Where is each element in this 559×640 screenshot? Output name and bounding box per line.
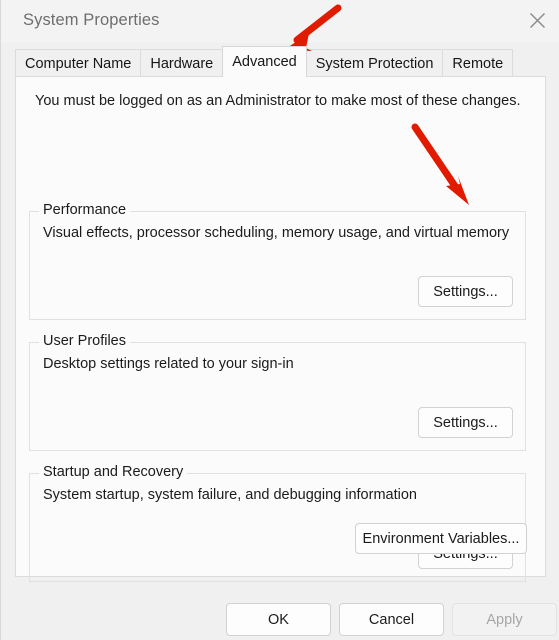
administrator-notice: You must be logged on as an Administrato… bbox=[35, 93, 521, 109]
apply-button[interactable]: Apply bbox=[452, 603, 557, 636]
system-properties-dialog: System Properties Computer Name Hardware… bbox=[0, 0, 559, 640]
tab-advanced[interactable]: Advanced bbox=[222, 46, 307, 77]
close-icon[interactable] bbox=[514, 0, 559, 40]
tab-strip: Computer Name Hardware Advanced System P… bbox=[15, 46, 514, 77]
user-profiles-description: Desktop settings related to your sign-in bbox=[43, 356, 294, 372]
performance-description: Visual effects, processor scheduling, me… bbox=[43, 225, 510, 241]
tab-remote[interactable]: Remote bbox=[442, 49, 514, 77]
ok-button[interactable]: OK bbox=[226, 603, 331, 636]
tab-system-protection[interactable]: System Protection bbox=[305, 49, 444, 77]
environment-variables-button[interactable]: Environment Variables... bbox=[355, 523, 527, 554]
user-profiles-group: User Profiles Desktop settings related t… bbox=[29, 333, 526, 451]
advanced-tab-panel: You must be logged on as an Administrato… bbox=[15, 76, 546, 582]
tab-computer-name[interactable]: Computer Name bbox=[15, 49, 142, 77]
startup-recovery-group-label: Startup and Recovery bbox=[39, 464, 188, 480]
cancel-button[interactable]: Cancel bbox=[339, 603, 444, 636]
performance-settings-button[interactable]: Settings... bbox=[418, 276, 513, 307]
user-profiles-settings-button[interactable]: Settings... bbox=[418, 407, 513, 438]
window-title: System Properties bbox=[23, 11, 160, 29]
title-bar: System Properties bbox=[1, 0, 559, 43]
performance-group: Performance Visual effects, processor sc… bbox=[29, 202, 526, 320]
user-profiles-group-label: User Profiles bbox=[39, 333, 130, 349]
performance-group-label: Performance bbox=[39, 202, 131, 218]
tab-hardware[interactable]: Hardware bbox=[140, 49, 224, 77]
startup-recovery-description: System startup, system failure, and debu… bbox=[43, 487, 417, 503]
